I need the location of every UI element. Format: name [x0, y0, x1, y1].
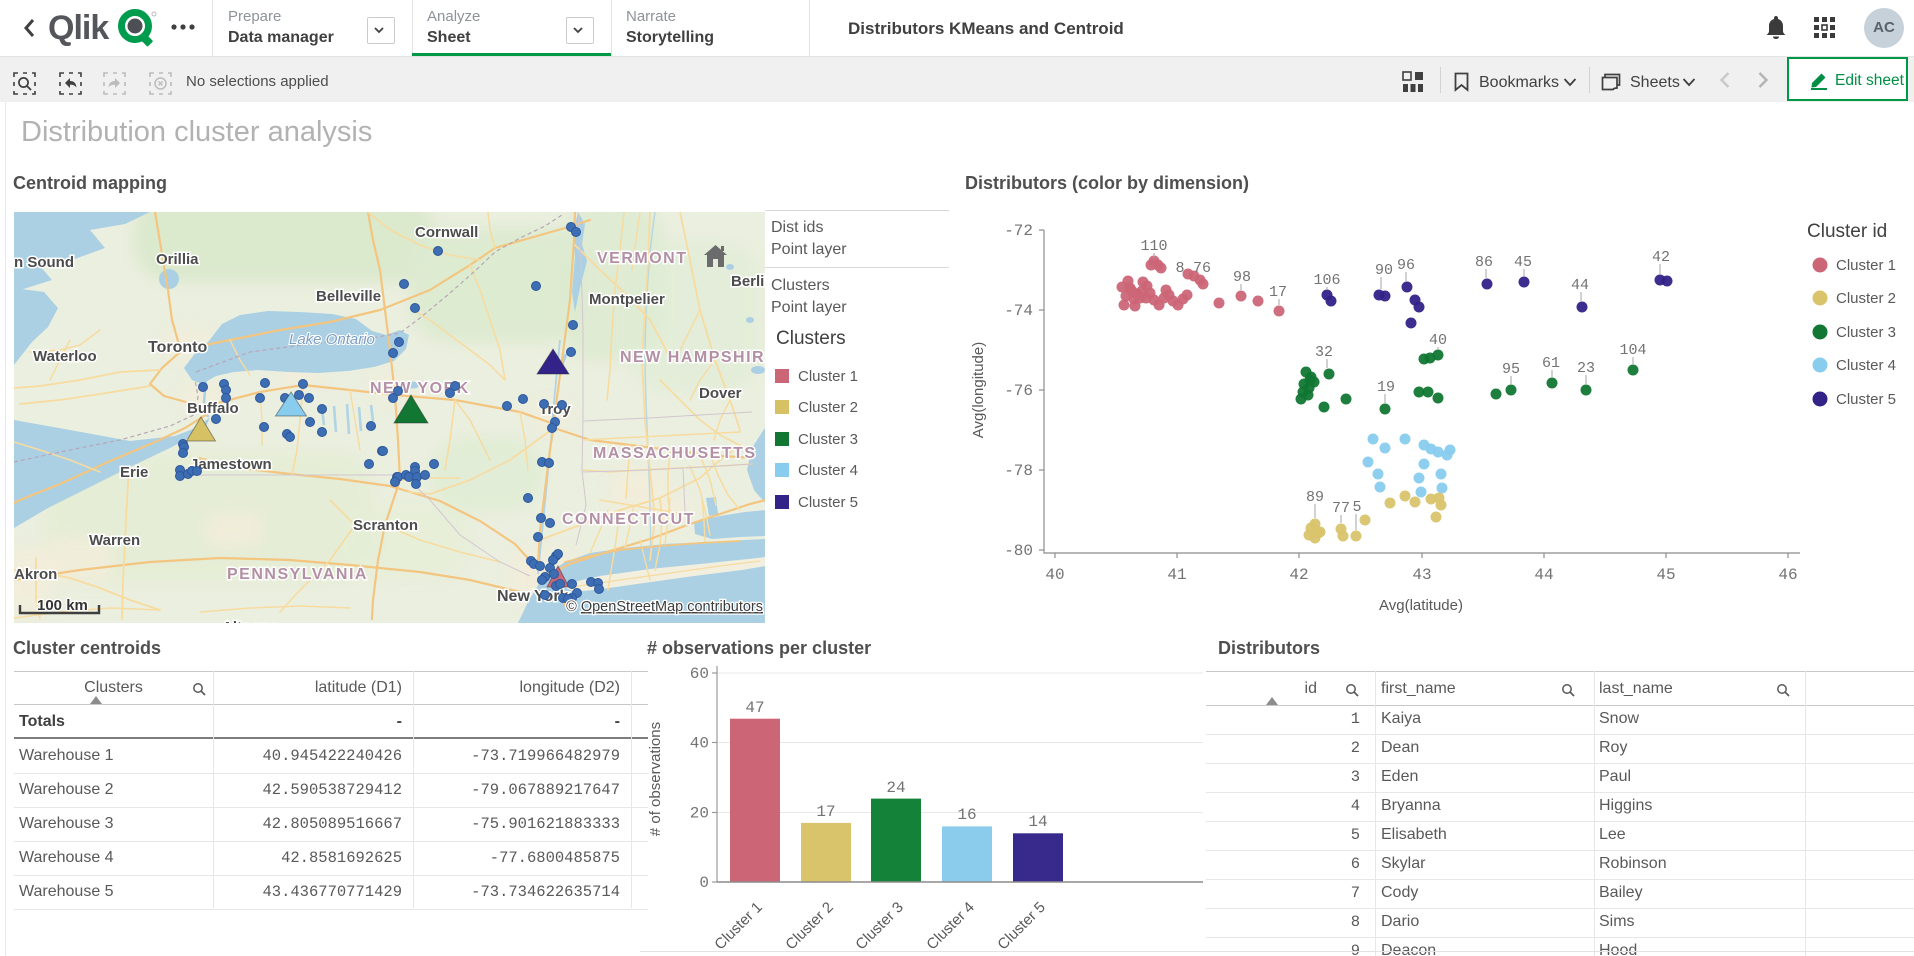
svg-text:Altoona: Altoona: [222, 619, 278, 623]
svg-text:Akron: Akron: [14, 566, 57, 583]
svg-text:© OpenStreetMap contributors: © OpenStreetMap contributors: [566, 599, 763, 615]
svg-text:24: 24: [886, 779, 905, 797]
svg-text:104: 104: [1619, 342, 1646, 359]
svg-text:96: 96: [1397, 257, 1415, 274]
svg-text:Belleville: Belleville: [316, 288, 381, 305]
svg-text:PENNSYLVANIA: PENNSYLVANIA: [227, 566, 368, 583]
svg-text:40: 40: [1045, 566, 1064, 584]
svg-text:Toronto: Toronto: [148, 339, 207, 356]
svg-text:Cluster 3: Cluster 3: [1836, 324, 1896, 341]
svg-text:46: 46: [1778, 566, 1797, 584]
svg-text:MASSACHUSETTS: MASSACHUSETTS: [593, 445, 757, 462]
svg-text:60: 60: [690, 665, 709, 683]
svg-text:76: 76: [1193, 260, 1211, 277]
svg-text:Cluster 2: Cluster 2: [782, 899, 836, 953]
svg-text:90: 90: [1375, 262, 1393, 279]
svg-text:44: 44: [1534, 566, 1553, 584]
svg-text:42: 42: [1652, 249, 1670, 266]
svg-text:Dover: Dover: [699, 385, 742, 402]
svg-text:95: 95: [1502, 361, 1520, 378]
svg-text:-72: -72: [1004, 222, 1033, 240]
svg-text:Warren: Warren: [89, 532, 140, 549]
svg-text:8: 8: [1175, 260, 1184, 277]
svg-text:Cluster id: Cluster id: [1807, 221, 1887, 242]
svg-text:32: 32: [1315, 344, 1333, 361]
svg-text:40: 40: [1429, 332, 1447, 349]
svg-text:77: 77: [1332, 500, 1350, 517]
svg-text:Avg(longitude): Avg(longitude): [970, 342, 987, 438]
svg-text:5: 5: [1352, 499, 1361, 516]
svg-text:16: 16: [957, 806, 976, 824]
svg-text:100 km: 100 km: [37, 597, 88, 614]
svg-text:-74: -74: [1004, 302, 1033, 320]
svg-text:NEW HAMPSHIRE: NEW HAMPSHIRE: [620, 349, 765, 366]
svg-text:CONNECTICUT: CONNECTICUT: [562, 511, 695, 528]
svg-text:Cluster 1: Cluster 1: [711, 899, 765, 953]
svg-text:89: 89: [1306, 489, 1324, 506]
svg-text:Cluster 4: Cluster 4: [923, 899, 977, 953]
svg-text:42: 42: [1289, 566, 1308, 584]
svg-text:n Sound: n Sound: [14, 254, 74, 271]
svg-text:47: 47: [745, 699, 764, 717]
svg-text:43: 43: [1412, 566, 1431, 584]
svg-text:20: 20: [690, 805, 709, 823]
svg-text:Avg(latitude): Avg(latitude): [1379, 597, 1463, 614]
svg-text:Cluster 5: Cluster 5: [1836, 391, 1896, 408]
svg-text:-80: -80: [1004, 542, 1033, 560]
svg-text:Cluster 4: Cluster 4: [1836, 357, 1896, 374]
svg-text:Cluster 5: Cluster 5: [994, 899, 1048, 953]
svg-text:Orillia: Orillia: [156, 251, 199, 268]
svg-text:# of observations: # of observations: [647, 722, 664, 836]
svg-text:Scranton: Scranton: [353, 517, 418, 534]
svg-text:17: 17: [1269, 284, 1287, 301]
svg-text:-76: -76: [1004, 382, 1033, 400]
svg-text:Montpelier: Montpelier: [589, 291, 665, 308]
svg-text:Erie: Erie: [120, 464, 148, 481]
svg-text:44: 44: [1571, 277, 1589, 294]
svg-text:17: 17: [816, 803, 835, 821]
svg-text:Buffalo: Buffalo: [187, 400, 239, 417]
svg-text:Waterloo: Waterloo: [33, 348, 97, 365]
svg-text:61: 61: [1542, 355, 1560, 372]
svg-text:14: 14: [1028, 813, 1047, 831]
svg-text:41: 41: [1167, 566, 1186, 584]
svg-text:Cornwall: Cornwall: [415, 224, 478, 241]
svg-text:45: 45: [1514, 254, 1532, 271]
svg-text:VERMONT: VERMONT: [597, 250, 688, 267]
svg-text:40: 40: [690, 735, 709, 753]
svg-text:106: 106: [1313, 272, 1340, 289]
svg-text:Cluster 2: Cluster 2: [1836, 290, 1896, 307]
svg-text:Berlin: Berlin: [731, 273, 765, 290]
svg-text:110: 110: [1140, 238, 1167, 255]
svg-text:-78: -78: [1004, 462, 1033, 480]
svg-text:45: 45: [1656, 566, 1675, 584]
svg-text:Jamestown: Jamestown: [190, 456, 272, 473]
svg-text:19: 19: [1377, 379, 1395, 396]
svg-text:86: 86: [1475, 254, 1493, 271]
svg-text:98: 98: [1233, 269, 1251, 286]
svg-text:0: 0: [699, 874, 709, 892]
svg-text:Lake Ontario: Lake Ontario: [289, 331, 375, 348]
svg-text:23: 23: [1577, 360, 1595, 377]
svg-text:Cluster 3: Cluster 3: [852, 899, 906, 953]
svg-text:Cluster 1: Cluster 1: [1836, 257, 1896, 274]
